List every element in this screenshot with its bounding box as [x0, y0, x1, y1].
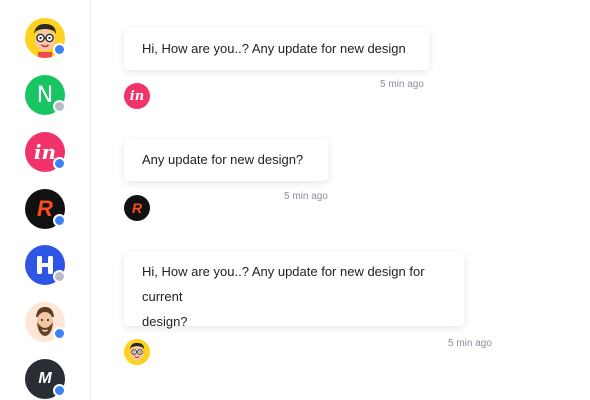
- message-text-line-1: Hi, How are you..? Any update for new de…: [142, 264, 425, 304]
- message-text: Hi, How are you..? Any update for new de…: [142, 41, 406, 56]
- contact-item-7[interactable]: M: [25, 359, 66, 399]
- message-bubble: Hi, How are you..? Any update for new de…: [124, 28, 429, 70]
- message-bubble: Any update for new design?: [124, 139, 328, 181]
- message-timestamp: 5 min ago: [380, 79, 424, 90]
- invision-logo-icon: in: [124, 83, 150, 109]
- status-indicator-online: [53, 43, 66, 56]
- r-logo-icon: R: [124, 195, 150, 221]
- avatar-text: R: [131, 200, 143, 216]
- contact-item-2[interactable]: N: [25, 75, 66, 115]
- contact-item-3[interactable]: in: [25, 132, 66, 172]
- contact-item-5[interactable]: [25, 245, 66, 285]
- contact-item-1[interactable]: [25, 18, 66, 58]
- message-text: Any update for new design?: [142, 152, 304, 167]
- message-timestamp: 5 min ago: [284, 191, 328, 202]
- status-indicator-online: [53, 327, 66, 340]
- nerd-face-avatar-icon: [124, 339, 150, 365]
- status-indicator-offline: [53, 100, 66, 113]
- contacts-sidebar: N in R M: [0, 0, 91, 400]
- status-indicator-online: [53, 384, 66, 397]
- message-bubble: Hi, How are you..? Any update for new de…: [124, 252, 464, 329]
- avatar-text: in: [129, 88, 145, 104]
- status-indicator-online: [53, 214, 66, 227]
- logo-text: R: [37, 196, 53, 221]
- message-timestamp: 5 min ago: [448, 338, 492, 349]
- status-indicator-away: [53, 270, 66, 283]
- logo-text: N: [36, 82, 54, 108]
- message-text-line-2: design?: [142, 314, 188, 329]
- contact-item-4[interactable]: R: [25, 189, 66, 229]
- logo-text: M: [38, 370, 52, 387]
- status-indicator-online: [53, 157, 66, 170]
- contact-item-6[interactable]: [25, 302, 66, 342]
